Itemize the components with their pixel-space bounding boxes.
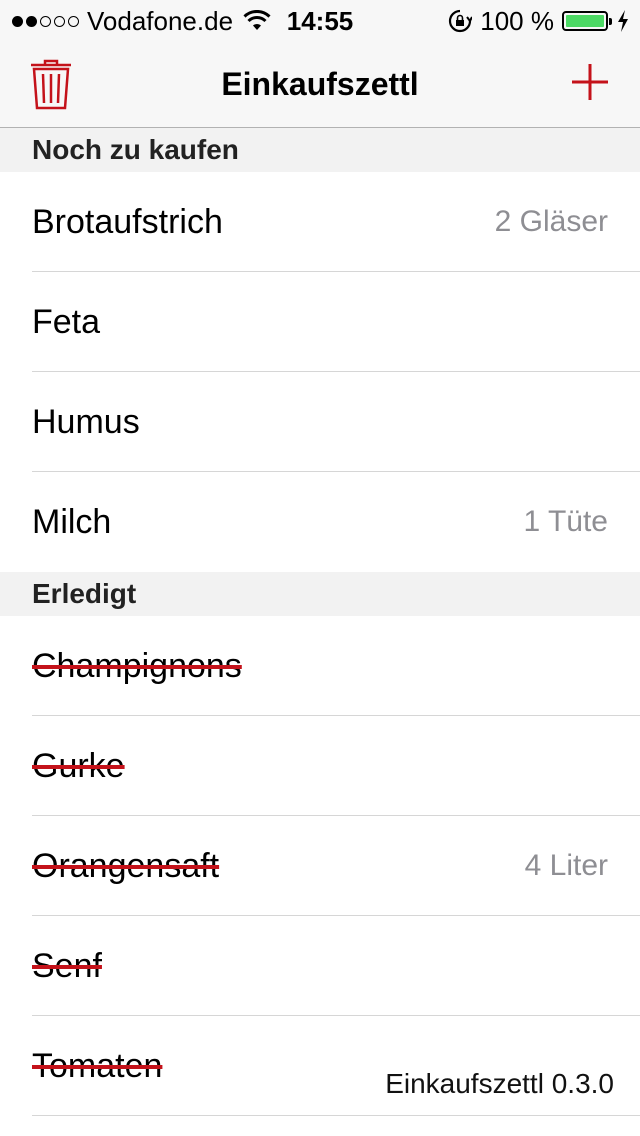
list-item[interactable]: Milch 1 Tüte xyxy=(0,472,640,572)
plus-icon[interactable] xyxy=(570,62,610,102)
item-name: Feta xyxy=(32,303,101,341)
list-item[interactable]: Feta xyxy=(0,272,640,372)
item-name: Milch xyxy=(32,503,112,541)
item-name: Gurke xyxy=(32,747,125,785)
status-bar: Vodafone.de 14:55 100 % xyxy=(0,0,640,40)
status-right: 100 % xyxy=(448,6,630,36)
navigation-bar: Einkaufszettl xyxy=(0,40,640,128)
item-name: Brotaufstrich xyxy=(32,203,223,241)
battery-icon xyxy=(562,11,612,31)
item-quantity: 1 Tüte xyxy=(523,505,608,538)
charging-icon xyxy=(618,10,628,32)
section-title: Erledigt xyxy=(32,578,137,609)
section-title: Noch zu kaufen xyxy=(32,134,239,165)
list-item-done[interactable]: Champignons xyxy=(0,616,640,716)
list-item-done[interactable]: Tomaten xyxy=(0,1016,640,1116)
list-item[interactable]: Humus xyxy=(0,372,640,472)
section-header-pending: Noch zu kaufen xyxy=(0,128,640,172)
item-name: Tomaten xyxy=(32,1047,163,1085)
item-name: Orangensaft xyxy=(32,847,220,885)
page-title: Einkaufszettl xyxy=(221,66,419,102)
item-quantity: 4 Liter xyxy=(524,849,608,882)
battery-percent: 100 % xyxy=(480,5,554,36)
list-item-done[interactable]: Senf xyxy=(0,916,640,1016)
version-label: Einkaufszettl 0.3.0 xyxy=(385,1068,614,1099)
list-item[interactable]: Brotaufstrich 2 Gläser xyxy=(0,172,640,272)
battery-level xyxy=(566,15,604,27)
item-name: Humus xyxy=(32,403,140,441)
section-header-done: Erledigt xyxy=(0,572,640,616)
item-name: Senf xyxy=(32,947,102,985)
list-item-done[interactable]: Orangensaft 4 Liter xyxy=(0,816,640,916)
item-quantity: 2 Gläser xyxy=(494,205,608,238)
rotation-lock-icon xyxy=(449,9,473,33)
item-name: Champignons xyxy=(32,647,242,685)
list-item-done[interactable]: Gurke xyxy=(0,716,640,816)
